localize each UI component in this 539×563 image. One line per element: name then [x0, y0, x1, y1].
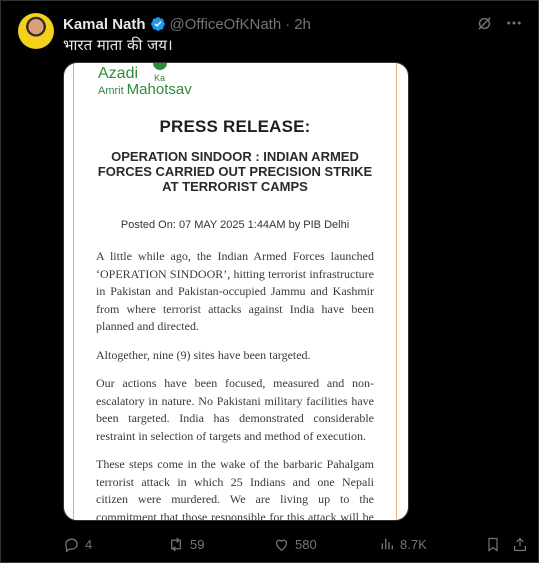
press-release-document: Azadi Ka Amrit Mahotsav PRESS RELEASE: OP… [73, 63, 397, 521]
share-button[interactable] [512, 536, 528, 553]
logo-text-amrit: Amrit [98, 85, 124, 97]
author-name[interactable]: Kamal Nath [63, 16, 146, 33]
press-release-title: OPERATION SINDOOR : INDIAN ARMED FORCES … [97, 149, 373, 194]
body-paragraph: Altogether, nine (9) sites have been tar… [96, 347, 311, 362]
grok-icon[interactable] [474, 13, 494, 33]
tweet-header: Kamal Nath @OfficeOfKNath · 2h [63, 14, 311, 34]
like-icon [275, 539, 288, 551]
body-paragraph: These steps come in the wake of the barb… [96, 457, 374, 521]
separator-dot: · [285, 15, 291, 33]
views-count: 8.7K [400, 536, 427, 552]
posted-on-line: Posted On: 07 MAY 2025 1:44AM by PIB Del… [120, 219, 350, 231]
views-icon [381, 538, 393, 550]
reply-icon [65, 538, 78, 553]
body-paragraph: A little while ago, the Indian Armed For… [96, 249, 374, 333]
tweet-action-bar: 4 59 580 8.7K [63, 536, 533, 554]
body-paragraph: Our actions have been focused, measured … [96, 376, 374, 443]
like-button[interactable]: 580 [273, 536, 317, 553]
repost-icon [171, 537, 181, 552]
avatar[interactable] [18, 13, 54, 49]
verified-badge-icon [150, 17, 165, 31]
author-handle[interactable]: @OfficeOfKNath [170, 16, 282, 33]
tweet-top-actions [474, 13, 524, 33]
bookmark-button[interactable] [485, 536, 501, 553]
reply-button[interactable]: 4 [63, 536, 92, 553]
tweet-time[interactable]: 2h [294, 16, 311, 33]
repost-button[interactable]: 59 [167, 536, 204, 553]
logo-text-azadi: Azadi [98, 65, 139, 82]
more-icon[interactable] [504, 13, 524, 33]
like-count: 580 [295, 537, 317, 552]
tweet-media-image[interactable]: Azadi Ka Amrit Mahotsav PRESS RELEASE: OP… [63, 62, 409, 521]
press-release-body: A little while ago, the Indian Armed For… [96, 248, 374, 521]
logo-text-ka: Ka [154, 73, 166, 83]
views-button[interactable]: 8.7K [379, 536, 427, 552]
logo-text-mahotsav: Mahotsav [126, 81, 192, 98]
bookmark-icon [488, 537, 498, 552]
reply-count: 4 [85, 537, 93, 552]
tweet-card[interactable]: Kamal Nath @OfficeOfKNath · 2h भारत माता… [0, 0, 539, 563]
share-icon [514, 537, 526, 552]
press-release-heading: PRESS RELEASE: [159, 117, 311, 136]
tweet-text: भारत माता की जय। [63, 36, 173, 54]
azadi-ka-amrit-mahotsav-logo: Azadi Ka Amrit Mahotsav [98, 63, 192, 98]
repost-count: 59 [190, 537, 205, 552]
